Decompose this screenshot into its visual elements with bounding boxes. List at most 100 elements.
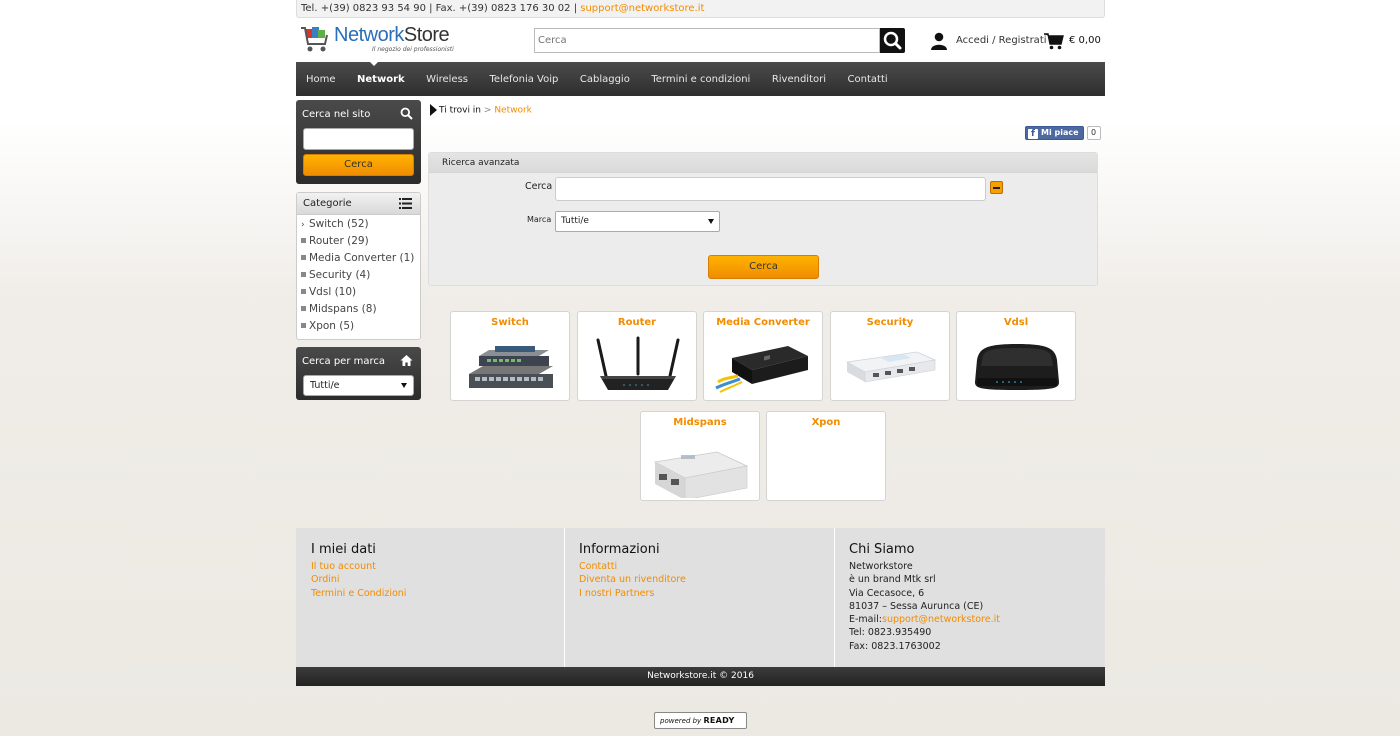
list-icon xyxy=(399,198,412,209)
category-item-vdsl[interactable]: Vdsl (10) xyxy=(301,284,420,301)
nav-telefonia-voip[interactable]: Telefonia Voip xyxy=(490,74,559,85)
advanced-search-input[interactable] xyxy=(555,177,986,201)
bullet-icon xyxy=(301,288,306,294)
nav-contatti[interactable]: Contatti xyxy=(848,74,888,85)
sidebar-search-input[interactable] xyxy=(303,128,414,150)
router-image xyxy=(596,336,680,390)
bullet-icon xyxy=(301,271,306,277)
category-tile-vdsl[interactable]: Vdsl xyxy=(956,311,1076,401)
about-line: 81037 – Sessa Aurunca (CE) xyxy=(849,600,984,612)
tile-title: Xpon xyxy=(811,417,841,428)
sidebar-search-button[interactable]: Cerca xyxy=(303,154,414,176)
footer-link-become-reseller[interactable]: Diventa un rivenditore xyxy=(579,573,834,586)
footer-col-title: Chi Siamo xyxy=(849,542,915,557)
category-item-media-converter[interactable]: Media Converter (1) xyxy=(301,250,420,267)
brand-select[interactable]: Tutti/e xyxy=(303,375,414,396)
login-register-link[interactable]: Accedi / Registrati xyxy=(956,35,1047,46)
chevron-right-icon: › xyxy=(301,220,305,230)
category-item-midspans[interactable]: Midspans (8) xyxy=(301,301,420,318)
search-icon xyxy=(883,31,902,50)
top-contact-bar: Tel. +(39) 0823 93 54 90 | Fax. +(39) 08… xyxy=(296,0,1105,18)
logo-wordmark: NetworkStore xyxy=(334,24,450,46)
contact-phone-fax: Tel. +(39) 0823 93 54 90 | Fax. +(39) 08… xyxy=(301,3,581,14)
facebook-like-button[interactable]: f Mi piace xyxy=(1025,126,1084,140)
media-converter-image xyxy=(715,346,808,393)
tile-title: Vdsl xyxy=(1003,317,1029,328)
tile-title: Security xyxy=(866,317,914,328)
facebook-icon: f xyxy=(1028,129,1038,139)
category-tile-media-converter[interactable]: Media Converter xyxy=(703,311,823,401)
footer-link-orders[interactable]: Ordini xyxy=(311,573,564,586)
category-item-xpon[interactable]: Xpon (5) xyxy=(301,318,420,335)
breadcrumb: Ti trovi in > Network xyxy=(430,104,532,116)
breadcrumb-current[interactable]: Network xyxy=(494,106,532,116)
footer-link-contacts[interactable]: Contatti xyxy=(579,560,834,573)
active-nav-indicator xyxy=(369,61,379,66)
bullet-icon xyxy=(301,254,306,260)
footer-link-partners[interactable]: I nostri Partners xyxy=(579,587,834,600)
switch-image xyxy=(469,346,553,388)
breadcrumb-arrow-icon xyxy=(430,104,437,116)
site-logo[interactable]: NetworkStore Il negozio dei professionis… xyxy=(300,24,454,58)
bullet-icon xyxy=(301,305,306,311)
breadcrumb-prefix: Ti trovi in xyxy=(439,105,482,116)
dropdown-arrow-icon xyxy=(401,383,407,388)
collapse-toggle-icon[interactable] xyxy=(990,181,1003,194)
footer-link-terms[interactable]: Termini e Condizioni xyxy=(311,587,564,600)
about-line: Networkstore xyxy=(849,561,913,572)
advanced-search-title: Ricerca avanzata xyxy=(429,153,1097,173)
nav-network[interactable]: Network xyxy=(357,74,405,85)
header-search-button[interactable] xyxy=(880,28,905,53)
category-tile-xpon[interactable]: Xpon xyxy=(766,411,886,501)
footer-email-link[interactable]: support@networkstore.it xyxy=(882,614,1000,625)
footer-link-account[interactable]: Il tuo account xyxy=(311,560,564,573)
nav-termini-condizioni[interactable]: Termini e condizioni xyxy=(651,74,750,85)
advanced-search-label: Cerca xyxy=(525,181,553,192)
category-item-security[interactable]: Security (4) xyxy=(301,267,420,284)
brand-label: Marca xyxy=(527,215,552,224)
bullet-icon xyxy=(301,237,306,243)
brand-search-title: Cerca per marca xyxy=(296,347,421,375)
site-footer: I miei dati Il tuo account Ordini Termin… xyxy=(296,528,1105,667)
header-search-input[interactable] xyxy=(534,28,880,53)
main-navigation: Home Network Wireless Telefonia Voip Cab… xyxy=(296,61,1105,96)
tile-title: Switch xyxy=(491,317,529,328)
breadcrumb-separator: > xyxy=(483,105,492,116)
advanced-search-panel: Ricerca avanzata Cerca Marca Tutti/e Cer… xyxy=(428,152,1098,286)
dropdown-arrow-icon xyxy=(708,219,714,224)
category-item-switch[interactable]: › Switch (52) xyxy=(301,216,420,233)
category-tile-security[interactable]: Security xyxy=(830,311,950,401)
tile-title: Router xyxy=(617,317,657,328)
about-email-line: E-mail:support@networkstore.it xyxy=(849,614,1000,626)
search-icon xyxy=(400,107,413,120)
home-icon xyxy=(400,355,413,366)
about-line: è un brand Mtk srl xyxy=(849,574,936,586)
facebook-like-widget: f Mi piace 0 xyxy=(1025,126,1101,140)
nav-home[interactable]: Home xyxy=(306,74,336,85)
about-tel: Tel: 0823.935490 xyxy=(849,627,932,639)
powered-by-badge[interactable]: powered by READY xyxy=(654,712,747,729)
security-image xyxy=(845,351,937,383)
cart-total[interactable]: € 0,00 xyxy=(1069,35,1101,46)
footer-col-title: Informazioni xyxy=(579,542,660,557)
midspan-image xyxy=(653,451,749,498)
category-item-router[interactable]: Router (29) xyxy=(301,233,420,250)
category-tile-router[interactable]: Router xyxy=(577,311,697,401)
sidebar-search-title: Cerca nel sito xyxy=(296,100,421,128)
nav-wireless[interactable]: Wireless xyxy=(426,74,468,85)
nav-rivenditori[interactable]: Rivenditori xyxy=(772,74,826,85)
topbar-email-link[interactable]: support@networkstore.it xyxy=(580,3,704,14)
sidebar-search-box: Cerca nel sito Cerca xyxy=(296,100,421,184)
about-fax: Fax: 0823.1763002 xyxy=(849,640,941,652)
footer-col-title: I miei dati xyxy=(311,542,376,557)
category-tile-midspans[interactable]: Midspans xyxy=(640,411,760,501)
cart-icon[interactable] xyxy=(1044,32,1064,50)
sidebar-brand-box: Cerca per marca Tutti/e xyxy=(296,347,421,400)
nav-cablaggio[interactable]: Cablaggio xyxy=(580,74,630,85)
logo-cart-icon xyxy=(301,27,328,52)
category-tile-switch[interactable]: Switch xyxy=(450,311,570,401)
advanced-brand-select[interactable]: Tutti/e xyxy=(555,211,720,232)
user-icon[interactable] xyxy=(930,32,948,50)
tile-title: Midspans xyxy=(673,417,727,428)
advanced-search-button[interactable]: Cerca xyxy=(708,255,819,279)
